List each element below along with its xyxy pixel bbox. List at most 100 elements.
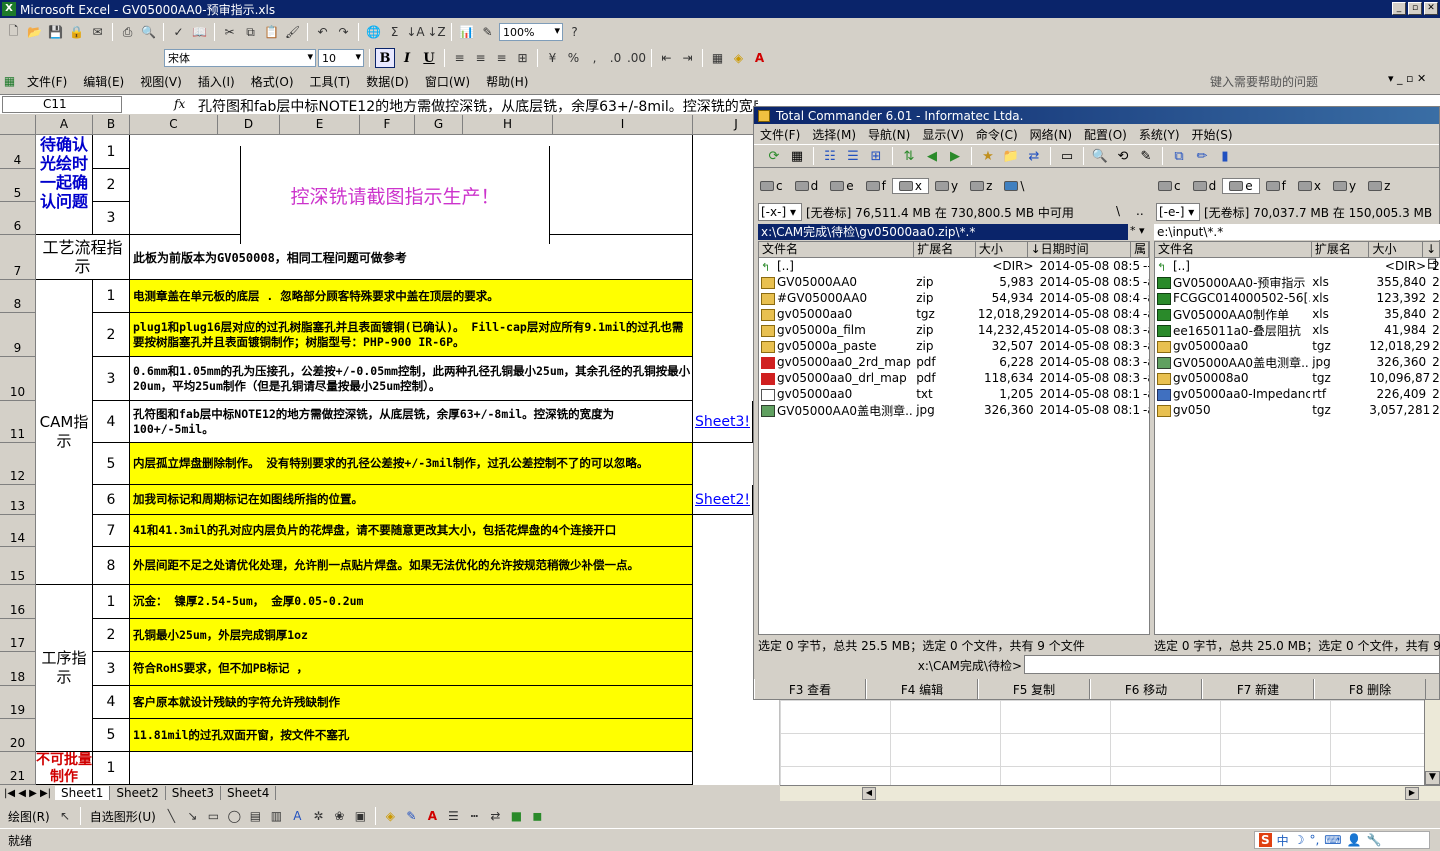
index-cell[interactable]: 2 — [93, 169, 130, 202]
wordart-icon[interactable]: A — [288, 807, 307, 826]
col-name[interactable]: 文件名 — [759, 242, 915, 257]
col-date[interactable]: ↓日期时间 — [1028, 242, 1132, 257]
arrow-style-icon[interactable]: ⇄ — [486, 807, 505, 826]
file-row[interactable]: gv050 tgz 3,057,28120 — [1155, 402, 1440, 418]
f4-edit-button[interactable]: F4 编辑 — [866, 679, 978, 699]
index-cell[interactable]: 5 — [93, 443, 130, 485]
menu-insert[interactable]: 插入(I) — [190, 73, 243, 90]
bold-button[interactable]: B — [375, 48, 395, 68]
font-combo[interactable]: 宋体 — [164, 49, 316, 67]
scroll-left-arrow[interactable]: ◀ — [862, 787, 876, 800]
column-header[interactable]: H — [463, 115, 553, 135]
drive-network[interactable]: \ — [998, 179, 1030, 193]
index-cell[interactable]: 3 — [93, 652, 130, 686]
drive-y[interactable]: y — [929, 179, 964, 193]
drive-x-right[interactable]: x — [1292, 179, 1327, 193]
line-style-icon[interactable]: ☰ — [444, 807, 463, 826]
swap-panels-icon[interactable]: ⇅ — [899, 146, 919, 166]
menu-format[interactable]: 格式(O) — [243, 73, 302, 90]
zoom-combo[interactable]: 100% — [499, 23, 563, 41]
right-drive-select[interactable]: [-e-] ▾ — [1156, 203, 1200, 221]
picture-icon[interactable]: ▣ — [351, 807, 370, 826]
drive-c-right[interactable]: c — [1152, 179, 1187, 193]
total-commander-window[interactable]: Total Commander 6.01 - Informatec Ltda. … — [753, 106, 1440, 700]
diagram-icon[interactable]: ✲ — [309, 807, 328, 826]
close-button[interactable]: ✕ — [1424, 2, 1438, 15]
file-row[interactable]: gv05000aa0-Impedanc...rtf 226,409 20 — [1155, 386, 1440, 402]
tc-menu-config[interactable]: 配置(O) — [1078, 126, 1133, 143]
menu-tools[interactable]: 工具(T) — [302, 73, 359, 90]
row-header[interactable]: 16 — [0, 585, 36, 619]
left-parent-button[interactable]: .. — [1136, 204, 1144, 218]
label-no-batch[interactable]: 不可批量制作 — [36, 752, 93, 785]
instruction-cell[interactable]: 沉金： 镍厚2.54-5um， 金厚0.05-0.2um — [130, 585, 693, 619]
instruction-cell[interactable]: plug1和plug16层对应的过孔树脂塞孔并且表面镀铜(已确认)。 Fill-… — [130, 313, 693, 357]
doc-window-controls[interactable]: ▾ _ ▫ ✕ — [1388, 72, 1426, 85]
sync-icon[interactable]: ⟲ — [1113, 146, 1133, 166]
file-row[interactable]: gv05000aa0 tgz 12,018,2962014-05-08 08:49-… — [759, 306, 1149, 322]
open-icon[interactable]: 📂 — [25, 23, 44, 42]
file-row[interactable]: gv050008a0 tgz 10,096,87820 — [1155, 370, 1440, 386]
tab-sheet2[interactable]: Sheet2 — [110, 786, 166, 800]
instruction-cell[interactable]: 电测章盖在单元板的底层 . 忽略部分顾客特殊要求中盖在顶层的要求。 — [130, 280, 693, 313]
maximize-button[interactable]: ▫ — [1408, 2, 1422, 15]
index-cell[interactable]: 5 — [93, 719, 130, 752]
spreadsheet-grid[interactable]: A B C D E F G H I J 4 5 6 7 8 9 10 11 12… — [0, 115, 780, 785]
index-cell[interactable]: 1 — [93, 585, 130, 619]
sogou-icon[interactable]: S — [1259, 833, 1272, 847]
row-header[interactable]: 19 — [0, 686, 36, 719]
row-header[interactable]: 15 — [0, 547, 36, 585]
ime-toolbar[interactable]: S 中 ☽ °, ⌨ 👤 🔧 — [1254, 831, 1430, 849]
index-cell[interactable]: 1 — [93, 752, 130, 785]
back-icon[interactable]: ◀ — [922, 146, 942, 166]
row-header[interactable]: 10 — [0, 357, 36, 401]
ime-tools-icon[interactable]: 🔧 — [1367, 833, 1382, 847]
menu-view[interactable]: 视图(V) — [132, 73, 190, 90]
font-color-icon-draw[interactable]: A — [423, 807, 442, 826]
sheet2-link[interactable]: Sheet2! — [693, 485, 753, 515]
tc-menu-network[interactable]: 网络(N) — [1024, 126, 1078, 143]
index-cell[interactable]: 8 — [93, 547, 130, 585]
index-cell[interactable]: 4 — [93, 401, 130, 443]
scroll-right-arrow[interactable]: ▶ — [1405, 787, 1419, 800]
col-attr[interactable]: 属 — [1131, 242, 1149, 257]
file-row[interactable]: ↰ [..] <DIR> 2014-05-08 08:50--- — [759, 258, 1149, 274]
row-header[interactable]: 13 — [0, 485, 36, 515]
tree-view-icon[interactable]: ⊞ — [866, 146, 886, 166]
row-header[interactable]: 6 — [0, 202, 36, 235]
align-center-icon[interactable]: ≡ — [471, 49, 490, 68]
name-box[interactable]: C11 — [2, 96, 122, 113]
left-root-button[interactable]: \ — [1116, 204, 1120, 218]
column-header[interactable]: D — [218, 115, 280, 135]
column-header[interactable]: E — [280, 115, 360, 135]
merge-center-icon[interactable]: ⊞ — [513, 49, 532, 68]
edit-file-icon[interactable]: ✏ — [1192, 146, 1212, 166]
instruction-cell[interactable]: 符合RoHS要求，但不加PB标记 ， — [130, 652, 693, 686]
file-row[interactable]: gv05000a_film zip 14,232,4542014-05-08 08:… — [759, 322, 1149, 338]
menu-file[interactable]: 文件(F) — [19, 73, 75, 90]
tab-sheet4[interactable]: Sheet4 — [221, 786, 277, 800]
dash-style-icon[interactable]: ┅ — [465, 807, 484, 826]
decrease-decimal-icon[interactable]: .00 — [627, 49, 646, 68]
file-row[interactable]: gv05000a_paste zip 32,507 2014-05-08 08:38-… — [759, 338, 1149, 354]
command-line-input[interactable] — [1024, 655, 1440, 674]
menu-data[interactable]: 数据(D) — [358, 73, 417, 90]
tc-menu-select[interactable]: 选择(M) — [806, 126, 862, 143]
new-icon[interactable]: 🗋 — [4, 23, 23, 42]
grid-area-right[interactable] — [780, 700, 1424, 785]
research-icon[interactable]: 📖 — [190, 23, 209, 42]
tc-menu-file[interactable]: 文件(F) — [754, 126, 806, 143]
email-icon[interactable]: ✉ — [88, 23, 107, 42]
tab-scroll-arrows[interactable]: |◀ ◀ ▶ ▶| — [0, 788, 55, 799]
save-icon[interactable]: 💾 — [46, 23, 65, 42]
format-painter-icon[interactable]: 🖌 — [283, 23, 302, 42]
drive-f-right[interactable]: f — [1260, 179, 1292, 193]
drawing-icon[interactable]: ✎ — [478, 23, 497, 42]
right-path[interactable]: e:\input\*.* — [1154, 224, 1440, 240]
drive-c[interactable]: c — [754, 179, 789, 193]
menu-help[interactable]: 帮助(H) — [478, 73, 536, 90]
cut-icon[interactable]: ✂ — [220, 23, 239, 42]
menu-window[interactable]: 窗口(W) — [417, 73, 478, 90]
col-size[interactable]: 大小 — [976, 242, 1028, 257]
ime-user-icon[interactable]: 👤 — [1347, 833, 1362, 847]
